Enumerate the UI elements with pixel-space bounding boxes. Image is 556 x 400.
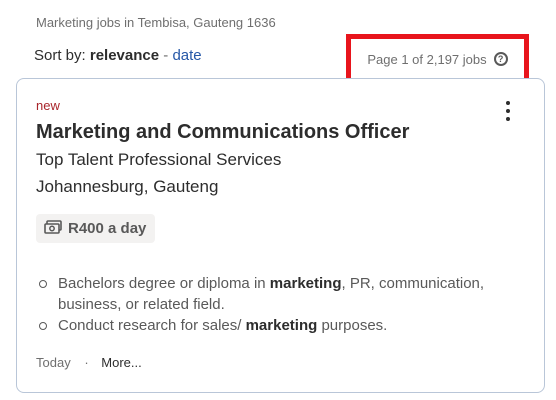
new-badge: new xyxy=(36,98,60,113)
page-count-highlight: Page 1 of 2,197 jobs ? xyxy=(346,34,529,84)
company-name: Top Talent Professional Services xyxy=(36,150,282,169)
job-title[interactable]: Marketing and Communications Officer xyxy=(36,121,409,144)
job-location: Johannesburg, Gauteng xyxy=(36,177,219,196)
more-link[interactable]: More... xyxy=(101,355,141,370)
sort-current: relevance xyxy=(89,47,160,64)
footer-separator: · xyxy=(84,355,89,370)
kebab-menu-icon[interactable] xyxy=(501,99,515,123)
sort-label: Sort by: xyxy=(34,47,86,64)
job-footer: Today · More... xyxy=(36,355,142,370)
job-card[interactable]: new Marketing and Communications Officer… xyxy=(16,78,545,393)
salary-text: R400 a day xyxy=(68,220,147,237)
snippet-item: Conduct research for sales/ marketing pu… xyxy=(36,315,496,336)
snippet-item: Bachelors degree or diploma in marketing… xyxy=(36,273,496,315)
sort-separator: - xyxy=(163,47,169,64)
job-snippet: Bachelors degree or diploma in marketing… xyxy=(36,273,496,336)
posted-date: Today xyxy=(36,355,71,370)
salary-badge: R400 a day xyxy=(36,214,156,243)
page-count: Page 1 of 2,197 jobs xyxy=(367,51,487,67)
results-header: Marketing jobs in Tembisa, Gauteng 1636 xyxy=(36,15,276,30)
question-circle-icon[interactable]: ? xyxy=(493,52,508,66)
money-icon xyxy=(44,219,62,238)
sort-controls: Sort by: relevance - date xyxy=(34,47,202,64)
sort-by-date-link[interactable]: date xyxy=(172,47,201,64)
search-results-page: Marketing jobs in Tembisa, Gauteng 1636 … xyxy=(0,0,556,400)
